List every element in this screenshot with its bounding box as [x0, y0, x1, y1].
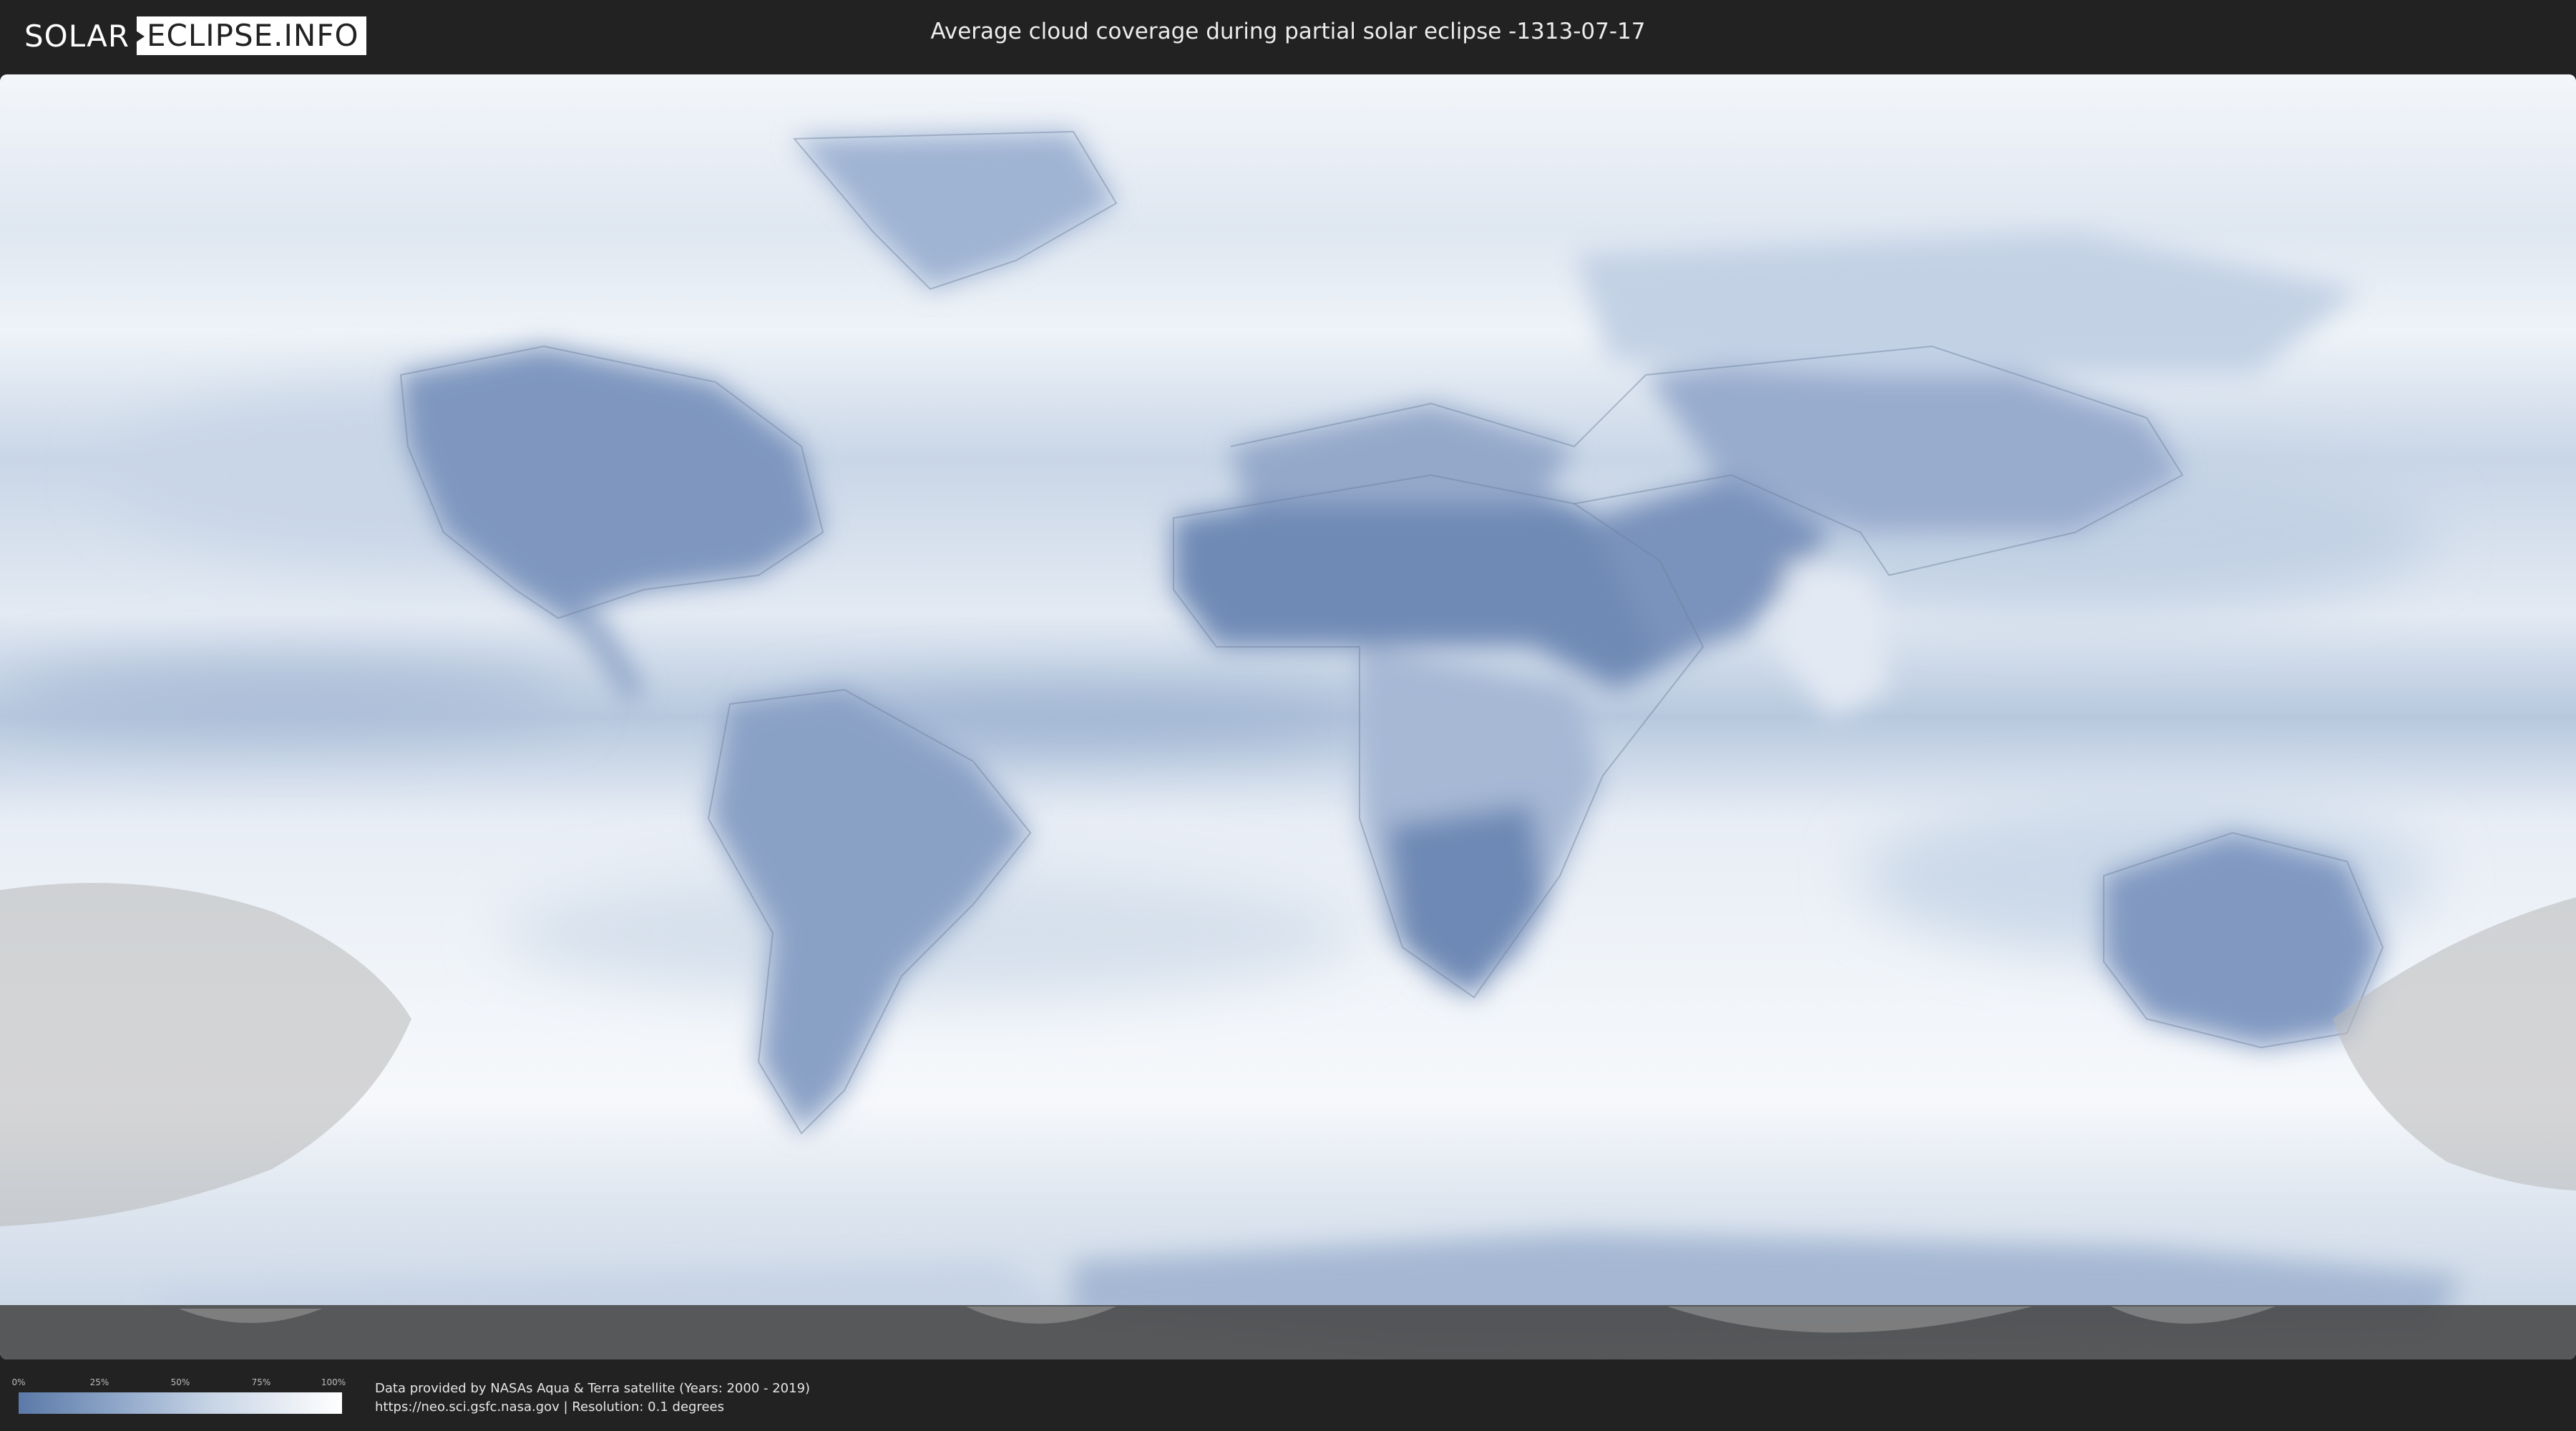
cloud-coverage-legend-bar	[19, 1392, 342, 1414]
logo-notch-icon	[136, 31, 145, 42]
logo-eclipse-text: ECLIPSE.INFO	[136, 16, 366, 55]
site-logo[interactable]: SOLAR ECLIPSE.INFO	[24, 16, 366, 55]
legend-tick-0: 0%	[11, 1377, 26, 1387]
legend-tick-100: 100%	[321, 1377, 346, 1387]
header: SOLAR ECLIPSE.INFO Average cloud coverag…	[0, 0, 2576, 72]
legend-tick-50: 50%	[170, 1377, 190, 1387]
attribution-line-1: Data provided by NASAs Aqua & Terra sate…	[375, 1381, 811, 1396]
legend-tick-25: 25%	[89, 1377, 109, 1387]
world-map-svg	[0, 74, 2576, 1359]
logo-eclipse-label: ECLIPSE.INFO	[147, 18, 359, 53]
data-attribution: Data provided by NASAs Aqua & Terra sate…	[375, 1379, 810, 1417]
page: SOLAR ECLIPSE.INFO Average cloud coverag…	[0, 0, 2576, 1431]
logo-solar-text: SOLAR	[24, 18, 130, 54]
legend-tick-75: 75%	[251, 1377, 271, 1387]
legend-ticks: 0% 25% 50% 75% 100%	[11, 1377, 346, 1389]
cloud-coverage-map	[0, 74, 2576, 1359]
attribution-line-2: https://neo.sci.gsfc.nasa.gov | Resoluti…	[375, 1400, 724, 1415]
page-title: Average cloud coverage during partial so…	[930, 19, 1646, 44]
